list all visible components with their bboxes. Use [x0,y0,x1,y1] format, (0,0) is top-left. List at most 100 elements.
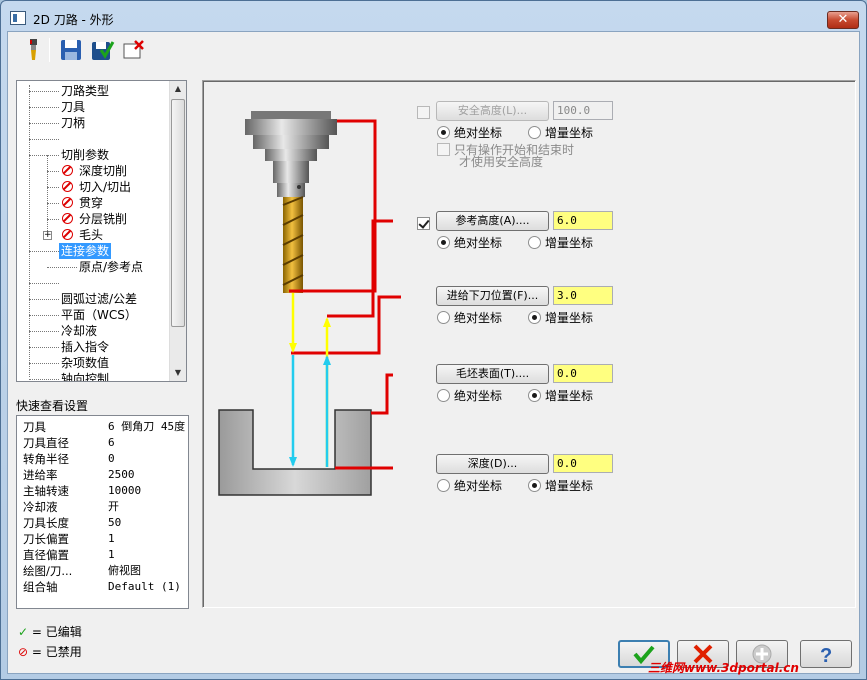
top-of-stock-input[interactable]: 0.0 [553,364,613,383]
scroll-up-arrow-icon[interactable]: ▲ [170,81,186,97]
watermark: 三维网www.3dportal.cn [648,661,799,675]
clearance-only-checkbox[interactable] [437,143,450,156]
retract-checkbox[interactable] [417,217,430,230]
quick-value: 1 [108,548,115,561]
clearance-only-label-2: 才使用安全高度 [459,155,544,169]
feed-plane-button[interactable]: 进给下刀位置(F)... [436,286,549,306]
quick-key: 转角半径 [23,452,69,466]
tree-line [29,363,59,364]
scroll-thumb[interactable] [171,99,185,327]
tree-item-break-through[interactable]: 贯穿 [79,195,103,211]
quick-view-table: 刀具 6 倒角刀 45度 刀具直径 6 转角半径 0 进给率 2500 主轴转速 1000… [16,415,189,609]
tree-item-tool[interactable]: 刀具 [61,99,85,115]
tree-line [29,315,59,316]
feed-plane-input[interactable]: 3.0 [553,286,613,305]
tree-item-tabs[interactable]: 毛头 [79,227,103,243]
tree-scrollbar[interactable]: ▲ ▼ [169,81,186,381]
tree-line [47,155,48,237]
tree-line [29,85,30,377]
end-mill [282,196,304,293]
legend-disabled-label: = 已禁用 [31,645,82,659]
tree-line [29,123,59,124]
linking-params-panel: 安全高度(L)... 100.0 绝对坐标 增量坐标 只有操作开始和结束时 才使… [202,80,856,608]
tool-icon[interactable] [20,37,46,63]
stock-profile [218,409,372,496]
quick-value: 6 倒角刀 45度 [108,420,186,433]
tree-line [29,347,59,348]
top-incremental-radio[interactable] [528,389,541,402]
quick-row: 冷却液 开 [23,499,119,515]
quick-value: 6 [108,436,115,449]
clearance-input[interactable]: 100.0 [553,101,613,120]
clearance-incremental-label: 增量坐标 [545,126,594,140]
tree-line [29,251,59,252]
top-absolute-label: 绝对坐标 [454,389,503,403]
tree-item-holder[interactable]: 刀柄 [61,115,85,131]
retract-button[interactable]: 参考高度(A).... [436,211,549,231]
tree-item-toolpath-type[interactable]: 刀路类型 [61,83,109,99]
save-load-icon[interactable] [89,37,115,63]
clearance-incremental-radio[interactable] [528,126,541,139]
scroll-down-arrow-icon[interactable]: ▼ [170,365,186,381]
disabled-icon: ⊘ [18,645,29,659]
tree-item-linking-params[interactable]: 连接参数 [59,243,112,259]
feed-absolute-radio[interactable] [437,311,450,324]
clearance-checkbox[interactable] [417,106,430,119]
tree-line [29,299,59,300]
clearance-button[interactable]: 安全高度(L)... [436,101,549,121]
top-of-stock-button[interactable]: 毛坯表面(T).... [436,364,549,384]
quick-row: 转角半径 0 [23,451,115,467]
tree-item-canned-text[interactable]: 插入指令 [61,339,109,355]
quick-key: 直径偏置 [23,548,69,562]
quick-value: 俯视图 [108,564,141,577]
title-bar[interactable]: 2D 刀路 - 外形 ✕ [1,1,866,35]
clearance-absolute-radio[interactable] [437,126,450,139]
quick-value: 1 [108,532,115,545]
quick-row: 刀具直径 6 [23,435,115,451]
clearance-absolute-label: 绝对坐标 [454,126,503,140]
tree-item-lead-in-out[interactable]: 切入/切出 [79,179,131,195]
tree-line [29,107,59,108]
depth-button[interactable]: 深度(D)... [436,454,549,474]
depth-input[interactable]: 0.0 [553,454,613,473]
quick-value: 10000 [108,484,142,497]
help-button[interactable]: ? [800,640,852,668]
disabled-icon [62,165,73,176]
legend-edited-label: = 已编辑 [31,625,82,639]
close-button[interactable]: ✕ [827,11,859,29]
depth-incremental-radio[interactable] [528,479,541,492]
tree-item-coolant[interactable]: 冷却液 [61,323,97,339]
svg-text:?: ? [820,645,832,667]
tree-item-multi-passes[interactable]: 分层铣削 [79,211,127,227]
quick-row: 刀长偏置 1 [23,531,115,547]
tree-line [29,283,59,284]
save-icon[interactable] [58,37,84,63]
retract-absolute-radio[interactable] [437,236,450,249]
tree-item-cut-params[interactable]: 切削参数 [61,147,109,163]
tree-item-depth-cuts[interactable]: 深度切削 [79,163,127,179]
retract-incremental-radio[interactable] [528,236,541,249]
toolbar-separator [49,38,50,62]
parameter-tree[interactable]: 刀路类型 刀具 刀柄 切削参数 深度切削 切入/切出 贯穿 分层铣削 + 毛头 [16,80,187,382]
tree-item-arc-filter[interactable]: 圆弧过滤/公差 [61,291,137,307]
disabled-icon [62,197,73,208]
tree-item-home-ref[interactable]: 原点/参考点 [79,259,143,275]
checkmark-icon: ✓ [18,625,29,639]
tree-item-plane-wcs[interactable]: 平面（WCS） [61,307,137,323]
feed-incremental-radio[interactable] [528,311,541,324]
tree-expand-box[interactable]: + [43,231,52,240]
top-absolute-radio[interactable] [437,389,450,402]
quick-value: Default (1) [108,580,181,593]
depth-absolute-label: 绝对坐标 [454,479,503,493]
delete-icon[interactable] [120,37,146,63]
tool-holder [245,111,337,197]
quick-row: 刀具长度 50 [23,515,121,531]
feed-incremental-label: 增量坐标 [545,311,594,325]
depth-absolute-radio[interactable] [437,479,450,492]
dialog-window: 2D 刀路 - 外形 ✕ 刀路类型 刀具 刀柄 切削参数 深度切削 切入/切出 … [0,0,867,680]
tree-item-axis-control[interactable]: 轴向控制 [61,371,109,381]
tree-line [47,187,59,188]
tree-item-misc-values[interactable]: 杂项数值 [61,355,109,371]
tree-line [47,219,59,220]
retract-input[interactable]: 6.0 [553,211,613,230]
